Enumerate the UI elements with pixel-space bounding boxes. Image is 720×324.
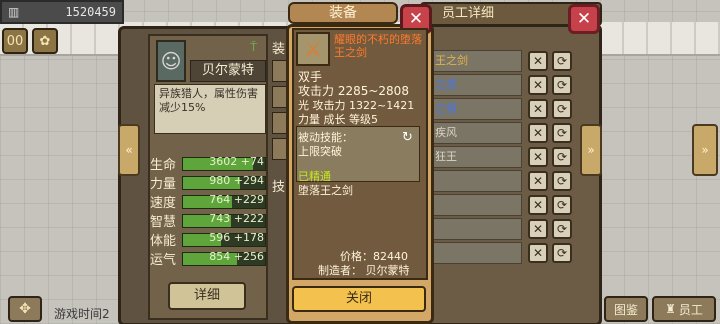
item-maker: 制造者： 贝尔蒙特 <box>318 264 410 277</box>
crosshair-icon: ✥ <box>19 301 31 317</box>
stat-row: 体能 596 +178 <box>150 230 268 249</box>
close-icon: ✕ <box>408 9 424 29</box>
list-item[interactable]: 之盾 <box>430 74 522 96</box>
refresh-icon[interactable]: ↻ <box>402 130 413 145</box>
swap-icon[interactable]: ⟳ <box>552 123 572 143</box>
close-button[interactable]: 关闭 <box>292 286 426 312</box>
swap-icon[interactable]: ⟳ <box>552 147 572 167</box>
remove-icon[interactable]: ✕ <box>528 123 548 143</box>
next-arrow-button[interactable]: » <box>580 124 602 176</box>
list-item[interactable] <box>430 170 522 192</box>
close-icon: ✕ <box>576 9 592 29</box>
character-name: 贝尔蒙特 <box>190 60 266 82</box>
pause-button[interactable]: 00 <box>2 28 28 54</box>
remove-icon[interactable]: ✕ <box>528 195 548 215</box>
stat-row: 力量 980 +294 <box>150 173 268 192</box>
stat-row: 生命 3602 +74 <box>150 154 268 173</box>
item-attributes: 力量 成长 等级5 <box>298 113 378 126</box>
stat-value: 743 +222 <box>209 212 264 225</box>
stat-label: 运气 <box>150 252 177 268</box>
far-right-arrow-button[interactable]: » <box>692 124 718 176</box>
stat-value: 854 +256 <box>209 250 264 263</box>
double-chevron-left-icon: « <box>125 143 133 157</box>
status-flag-icon: ⍑ <box>250 40 258 54</box>
prev-arrow-button[interactable]: « <box>118 124 140 176</box>
remove-icon[interactable]: ✕ <box>528 99 548 119</box>
remove-icon[interactable]: ✕ <box>528 51 548 71</box>
stat-row: 速度 764 +229 <box>150 192 268 211</box>
move-button[interactable]: ✥ <box>8 296 42 322</box>
double-chevron-right-icon: » <box>701 143 709 157</box>
stat-value: 596 +178 <box>209 231 264 244</box>
stat-label: 力量 <box>150 176 177 192</box>
swap-icon[interactable]: ⟳ <box>552 75 572 95</box>
swap-icon[interactable]: ⟳ <box>552 243 572 263</box>
swap-icon[interactable]: ⟳ <box>552 51 572 71</box>
swap-icon[interactable]: ⟳ <box>552 195 572 215</box>
list-item[interactable] <box>430 194 522 216</box>
skill-section-label: 技 <box>272 180 286 195</box>
person-icon: ♜ <box>665 302 676 316</box>
resource-value: 1520459 <box>65 5 116 19</box>
detail-button[interactable]: 详细 <box>168 282 246 310</box>
item-dialog-title: 装备 <box>288 2 398 24</box>
atlas-button[interactable]: 图鉴 <box>604 296 648 322</box>
stat-label: 智慧 <box>150 214 177 230</box>
passive-skill-name: 上限突破 <box>298 145 342 158</box>
double-chevron-right-icon: » <box>587 143 595 157</box>
remove-icon[interactable]: ✕ <box>528 219 548 239</box>
stat-row: 运气 854 +256 <box>150 249 268 268</box>
gears-icon[interactable]: ✿ <box>32 28 58 54</box>
building-icon: ▥ <box>8 5 20 19</box>
stat-row: 智慧 743 +222 <box>150 211 268 230</box>
list-item[interactable] <box>430 218 522 240</box>
swap-icon[interactable]: ⟳ <box>552 171 572 191</box>
swap-icon[interactable]: ⟳ <box>552 99 572 119</box>
remove-icon[interactable]: ✕ <box>528 243 548 263</box>
resource-counter: ▥ 1520459 <box>0 0 124 24</box>
list-item[interactable]: 之帽 <box>430 98 522 120</box>
equipment-section-label: 装 <box>272 42 286 57</box>
stat-label: 生命 <box>150 157 177 173</box>
remove-icon[interactable]: ✕ <box>528 75 548 95</box>
remove-icon[interactable]: ✕ <box>528 171 548 191</box>
stat-label: 速度 <box>150 195 177 211</box>
character-trait: 异族猎人，属性伤害减少15% <box>154 84 266 134</box>
employee-panel-close-button[interactable]: ✕ <box>568 4 600 34</box>
list-item[interactable]: 王之剑 <box>430 50 522 72</box>
stat-value: 3602 +74 <box>209 155 264 168</box>
list-item[interactable] <box>430 242 522 264</box>
set-name: 堕落王之剑 <box>298 184 353 197</box>
item-name: 耀眼的不朽的堕落王之剑 <box>334 33 422 59</box>
sword-icon: ⚔ <box>296 32 330 66</box>
stat-value: 764 +229 <box>209 193 264 206</box>
staff-button[interactable]: ♜ 员工 <box>652 296 716 322</box>
stat-value: 980 +294 <box>209 174 264 187</box>
remove-icon[interactable]: ✕ <box>528 147 548 167</box>
list-item[interactable]: 狂王 <box>430 146 522 168</box>
game-time: 游戏时间2 <box>54 307 110 321</box>
list-item[interactable]: 疾风 <box>430 122 522 144</box>
stat-label: 体能 <box>150 233 177 249</box>
swap-icon[interactable]: ⟳ <box>552 219 572 239</box>
character-portrait: ☺ <box>156 40 186 82</box>
